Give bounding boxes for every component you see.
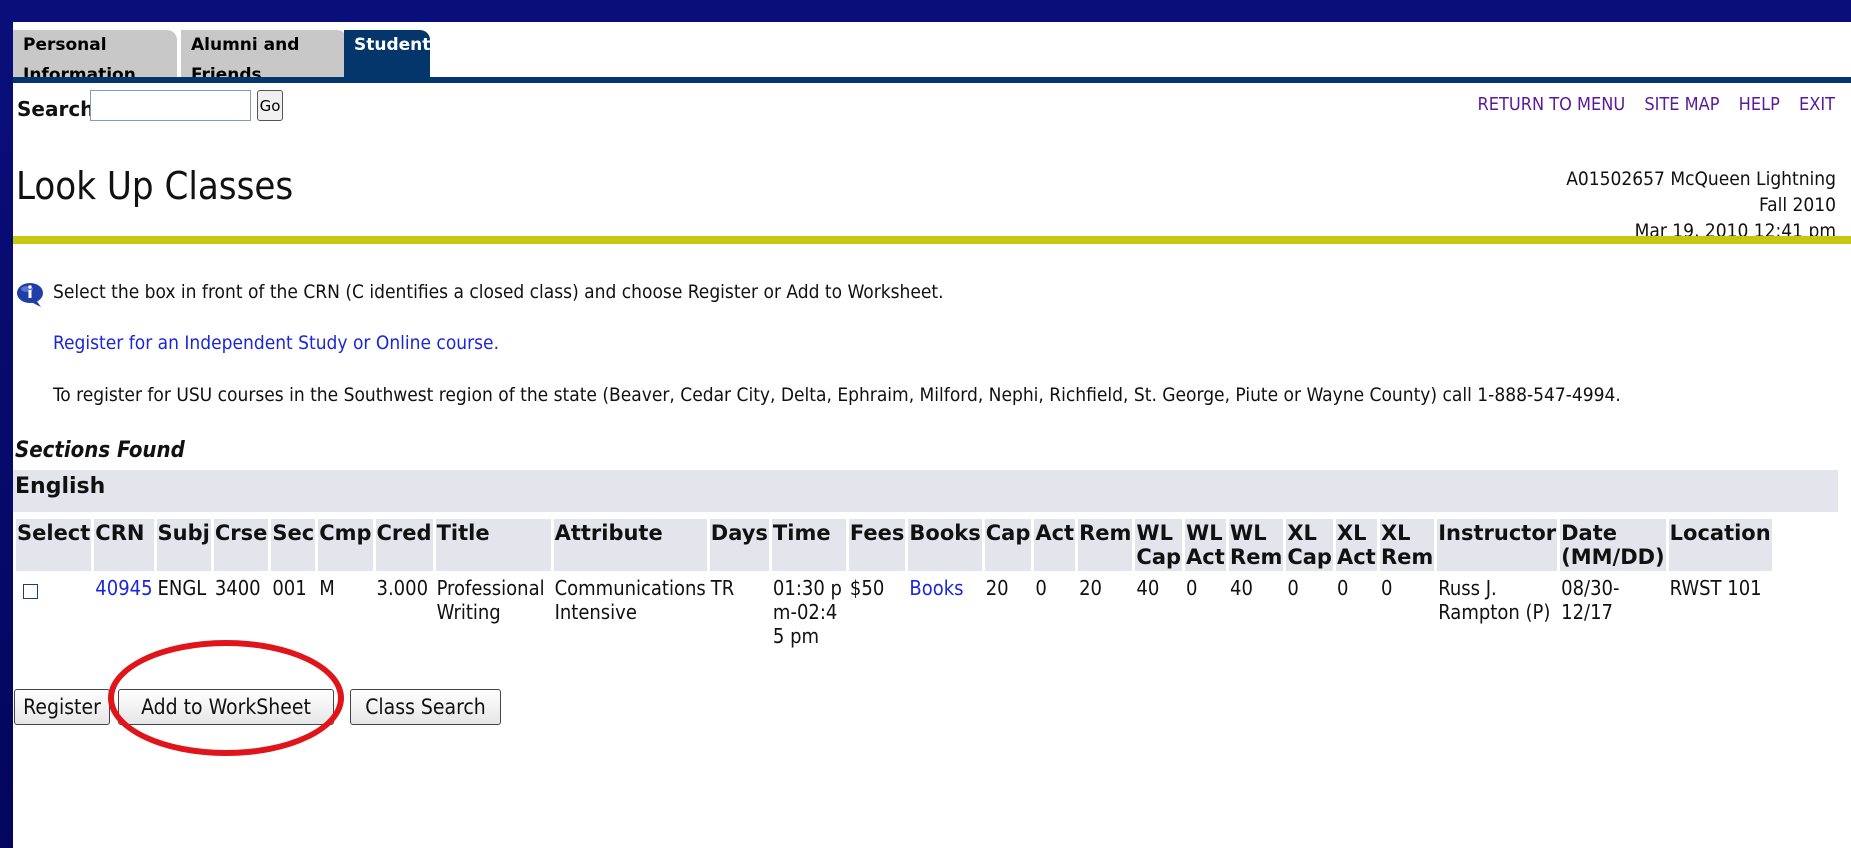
- column-header: WL Act: [1185, 519, 1227, 571]
- column-header: Days: [709, 519, 769, 571]
- top-links: RETURN TO MENU SITE MAP HELP EXIT: [1464, 94, 1835, 115]
- page-title: Look Up Classes: [16, 164, 294, 208]
- subject-label: English: [15, 474, 106, 499]
- site-map-link[interactable]: SITE MAP: [1644, 94, 1719, 115]
- column-header: XL Cap: [1286, 519, 1333, 571]
- fees-cell: $50: [849, 576, 885, 600]
- column-header: Fees: [848, 519, 906, 571]
- register-button[interactable]: Register: [14, 689, 110, 725]
- return-to-menu-link[interactable]: RETURN TO MENU: [1478, 94, 1626, 115]
- time-cell: 01:30 pm-02:45 pm: [772, 576, 842, 648]
- location-cell: RWST 101: [1669, 576, 1762, 600]
- search-label: Search: [17, 97, 95, 121]
- column-header: CRN: [94, 519, 154, 571]
- xl-act-cell: 0: [1336, 576, 1349, 600]
- user-term: Fall 2010: [1759, 194, 1836, 216]
- instructor-cell: Russ J. Rampton (P): [1438, 576, 1551, 624]
- table-row: 40945 ENGL 3400 001 M 3.000 Professional…: [16, 574, 1772, 650]
- attribute-cell: Communications Intensive: [554, 576, 706, 624]
- crn-link[interactable]: 40945: [95, 576, 152, 600]
- column-header: Time: [771, 519, 846, 571]
- independent-study-link[interactable]: Register for an Independent Study or Onl…: [53, 332, 499, 354]
- wl-cap-cell: 40: [1136, 576, 1160, 600]
- column-header: Rem: [1078, 519, 1133, 571]
- column-header: Cap: [984, 519, 1032, 571]
- cred-cell: 3.000: [376, 576, 429, 600]
- column-header: Cred: [375, 519, 433, 571]
- tab-underline: [13, 77, 1851, 83]
- sections-table: Select CRN Subj Crse Sec Cmp Cred Title …: [13, 516, 1775, 653]
- add-to-worksheet-button[interactable]: Add to WorkSheet: [118, 689, 334, 725]
- search-input[interactable]: [90, 90, 251, 121]
- column-header: Books: [908, 519, 982, 571]
- info-icon: [17, 283, 43, 307]
- select-checkbox[interactable]: [23, 584, 38, 599]
- tab-alumni-and-friends[interactable]: Alumni and Friends: [181, 30, 347, 85]
- column-header: Title: [435, 519, 551, 571]
- tab-student[interactable]: Student: [344, 30, 430, 77]
- subj-cell: ENGL: [157, 576, 207, 600]
- wl-act-cell: 0: [1186, 576, 1198, 600]
- exit-link[interactable]: EXIT: [1799, 94, 1835, 115]
- date-cell: 08/30-12/17: [1561, 576, 1620, 624]
- subject-header: English: [13, 470, 1838, 512]
- act-cell: 0: [1035, 576, 1047, 600]
- column-header: Act: [1034, 519, 1076, 571]
- class-search-button[interactable]: Class Search: [350, 689, 501, 725]
- sec-cell: 001: [272, 576, 307, 600]
- help-link[interactable]: HELP: [1739, 94, 1780, 115]
- cmp-cell: M: [319, 576, 335, 600]
- user-info: A01502657 McQueen Lightning Fall 2010 Ma…: [1566, 166, 1836, 244]
- column-header: Date (MM/DD): [1560, 519, 1666, 571]
- wl-rem-cell: 40: [1230, 576, 1253, 600]
- southwest-notice: To register for USU courses in the South…: [53, 384, 1621, 406]
- column-header: XL Act: [1335, 519, 1377, 571]
- rem-cell: 20: [1079, 576, 1102, 600]
- days-cell: TR: [710, 576, 735, 600]
- table-header-row: Select CRN Subj Crse Sec Cmp Cred Title …: [16, 519, 1772, 571]
- column-header: Sec: [271, 519, 316, 571]
- title-cell: Professional Writing: [436, 576, 545, 624]
- column-header: Subj: [156, 519, 211, 571]
- xl-rem-cell: 0: [1380, 576, 1393, 600]
- page: Personal Information Alumni and Friends …: [13, 22, 1851, 848]
- user-id-name: A01502657 McQueen Lightning: [1566, 168, 1836, 190]
- tab-personal-information[interactable]: Personal Information: [13, 30, 177, 85]
- books-link[interactable]: Books: [909, 576, 963, 600]
- instruction-text: Select the box in front of the CRN (C id…: [53, 281, 944, 303]
- select-cell: [16, 574, 91, 650]
- crse-cell: 3400: [214, 576, 261, 600]
- column-header: Cmp: [318, 519, 373, 571]
- column-header: Attribute: [553, 519, 707, 571]
- column-header: Select: [16, 519, 92, 571]
- accent-divider: [13, 236, 1851, 244]
- xl-cap-cell: 0: [1287, 576, 1299, 600]
- column-header: Location: [1668, 519, 1772, 571]
- sections-found-heading: Sections Found: [15, 438, 185, 463]
- column-header: Crse: [213, 519, 269, 571]
- column-header: XL Rem: [1379, 519, 1435, 571]
- column-header: WL Rem: [1229, 519, 1284, 571]
- go-button[interactable]: Go: [257, 90, 283, 121]
- column-header: Instructor: [1437, 519, 1558, 571]
- column-header: WL Cap: [1135, 519, 1183, 571]
- cap-cell: 20: [985, 576, 1009, 600]
